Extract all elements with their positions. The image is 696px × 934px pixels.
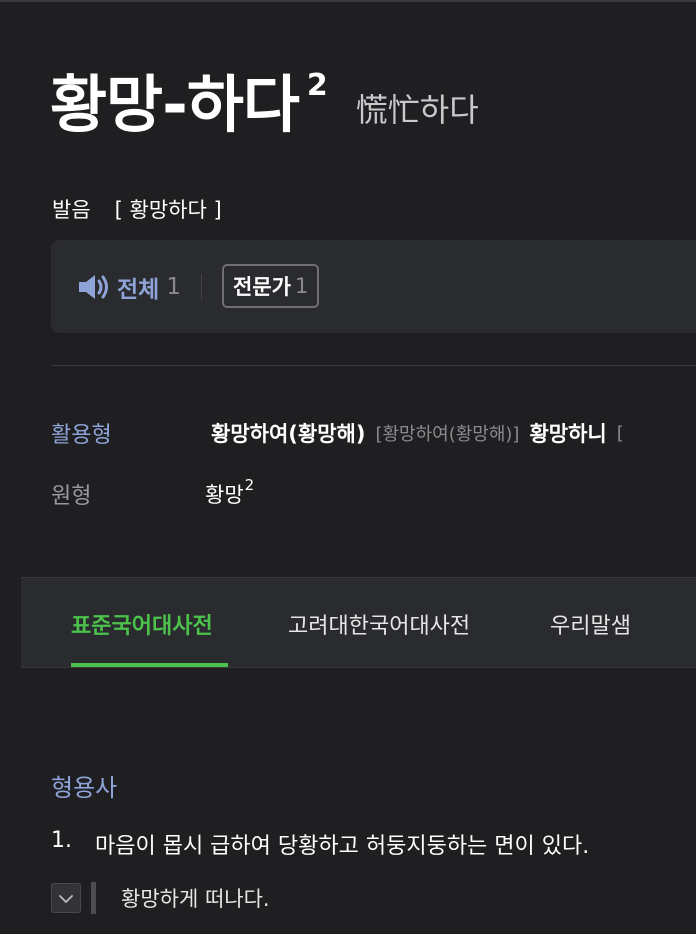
pronunciation-value: [ 황망하다 ] bbox=[114, 198, 222, 222]
conjugation-pronunciation: [황망하여(황망해)] bbox=[375, 424, 520, 445]
tab-korea-university-dictionary[interactable]: 고려대한국어대사전 bbox=[288, 608, 470, 640]
hanja: 慌忙하다 bbox=[355, 91, 479, 129]
example-sentence: 황망하게 떠나다. bbox=[121, 887, 270, 911]
base-form-homonym-number: 2 bbox=[244, 476, 255, 494]
base-form-label: 원형 bbox=[51, 484, 92, 509]
conjugation-form: 황망하니 bbox=[529, 422, 607, 446]
headword: 황망-하다 bbox=[50, 68, 300, 141]
audio-separator bbox=[201, 274, 202, 300]
tab-standard-dictionary[interactable]: 표준국어대사전 bbox=[71, 608, 213, 640]
active-tab-indicator bbox=[71, 663, 228, 667]
audio-all-button[interactable]: 전체 1 bbox=[77, 270, 181, 304]
audio-all-label: 전체 bbox=[117, 277, 160, 303]
pronunciation-row: 발음 [ 황망하다 ] bbox=[52, 193, 222, 225]
homonym-number: 2 bbox=[306, 68, 328, 103]
expert-audio-button[interactable]: 전문가 1 bbox=[222, 264, 320, 308]
example-quote-bar bbox=[91, 882, 96, 914]
chevron-down-icon bbox=[58, 889, 74, 908]
dictionary-tabs: 표준국어대사전 고려대한국어대사전 우리말샘 bbox=[21, 577, 696, 668]
conjugation-form: 황망하여(황망해) bbox=[211, 422, 366, 446]
audio-all-count: 1 bbox=[166, 274, 181, 300]
example-row: 황망하게 떠나다. bbox=[51, 881, 270, 915]
conjugation-pronunciation: [ bbox=[616, 422, 624, 444]
audio-panel: 전체 1 전문가 1 bbox=[51, 240, 696, 333]
conjugation-row: 활용형 황망하여(황망해) [황망하여(황망해)] 황망하니 [ bbox=[51, 415, 634, 451]
expert-label: 전문가 bbox=[233, 275, 291, 299]
tab-urimalsaem[interactable]: 우리말샘 bbox=[550, 608, 631, 640]
section-divider bbox=[51, 365, 696, 366]
entry-header: 황망-하다 2 慌忙하다 bbox=[50, 60, 479, 150]
dictionary-entry-page: 황망-하다 2 慌忙하다 발음 [ 황망하다 ] 전체 1 전문가 1 활용형 bbox=[0, 0, 696, 934]
speaker-icon bbox=[77, 272, 111, 302]
part-of-speech: 형용사 bbox=[51, 774, 118, 802]
base-form-link[interactable]: 황망 bbox=[205, 479, 244, 509]
sense-definition: 마음이 몹시 급하여 당황하고 허둥지둥하는 면이 있다. bbox=[95, 834, 590, 859]
base-form-row: 원형 황망 2 bbox=[51, 476, 254, 512]
sense-number: 1. bbox=[51, 828, 72, 853]
example-toggle-button[interactable] bbox=[51, 883, 81, 913]
expert-count: 1 bbox=[294, 274, 309, 298]
conjugation-label: 활용형 bbox=[51, 423, 112, 448]
top-divider bbox=[0, 0, 696, 2]
pronunciation-label: 발음 bbox=[52, 198, 91, 222]
definition-sense: 1. 마음이 몹시 급하여 당황하고 허둥지둥하는 면이 있다. bbox=[51, 828, 589, 860]
